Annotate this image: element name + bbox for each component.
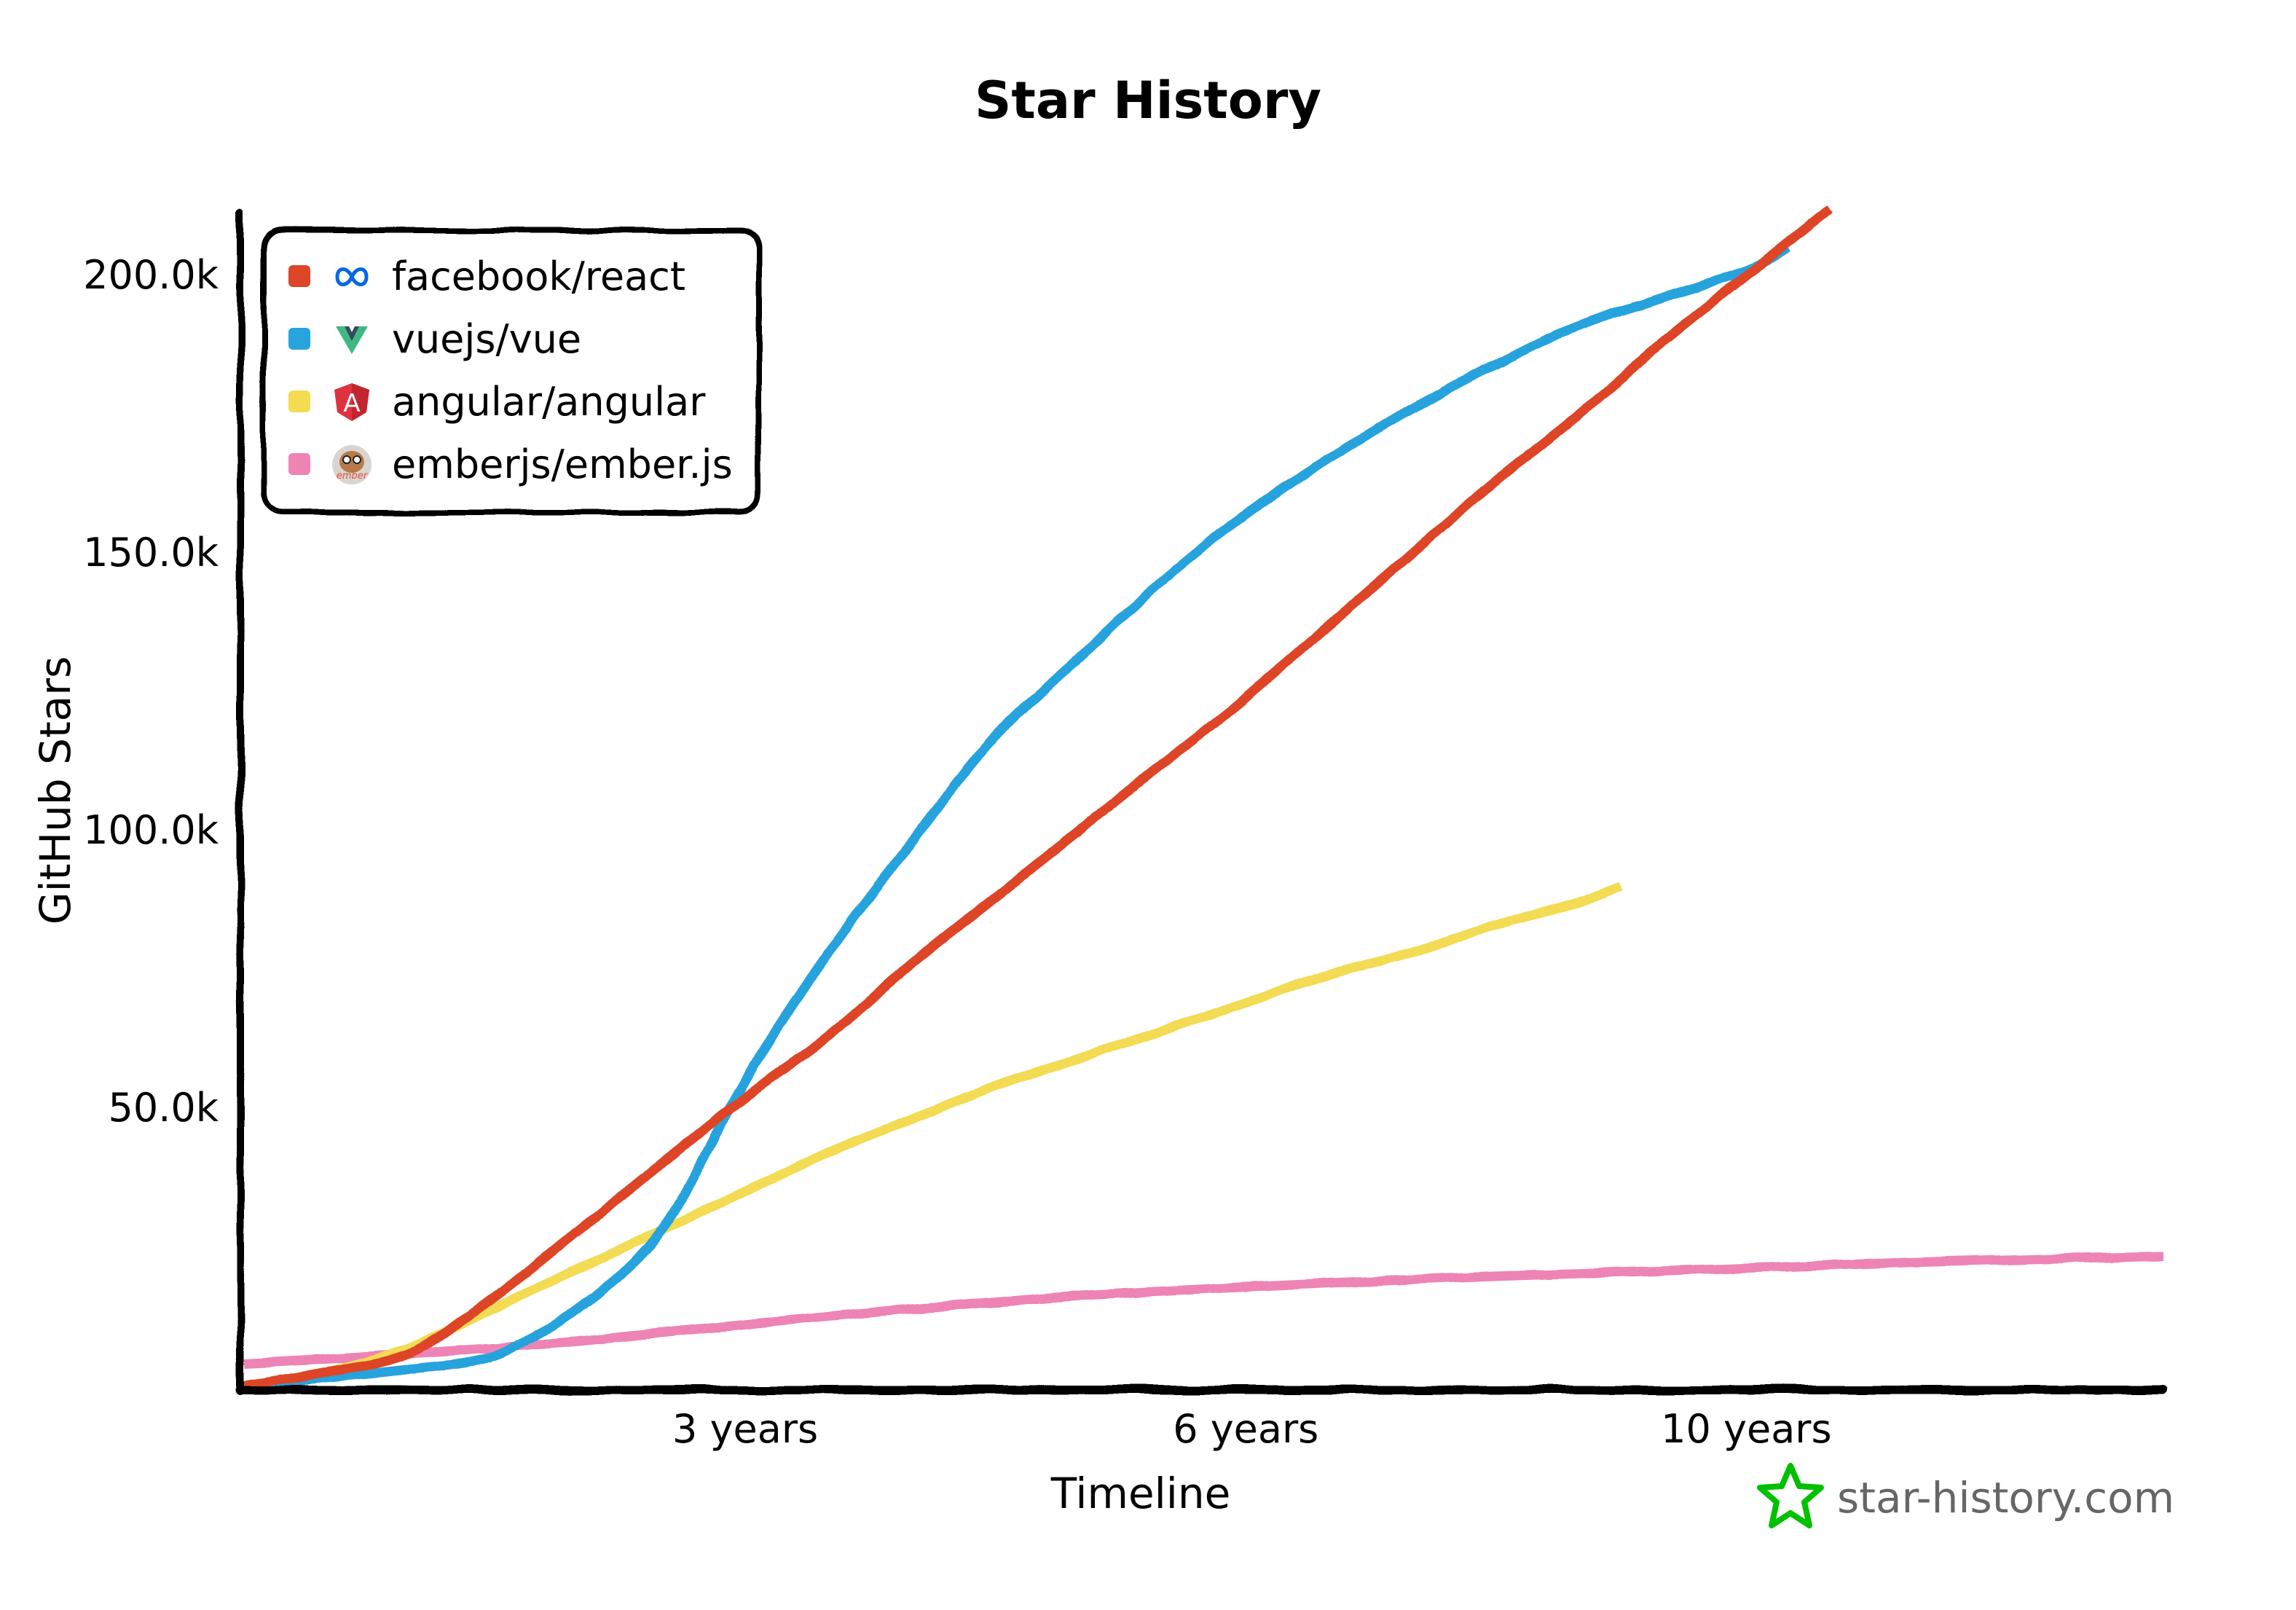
- x-tick-label: 3 years: [672, 1406, 818, 1452]
- star-history-chart: Star History 50.0k 100.0k 150.0k 200.0k 3 y…: [31, 71, 2174, 1528]
- y-tick-labels: 50.0k 100.0k 150.0k 200.0k: [83, 252, 219, 1131]
- legend-item[interactable]: Aangular/angular: [288, 379, 706, 425]
- x-tick-label: 10 years: [1661, 1406, 1831, 1452]
- legend-swatch: [288, 328, 310, 350]
- chart-title: Star History: [975, 71, 1321, 130]
- x-axis-title: Timeline: [1050, 1469, 1231, 1518]
- x-tick-label: 6 years: [1173, 1406, 1318, 1452]
- legend-label: vuejs/vue: [392, 316, 581, 362]
- y-axis-title: GitHub Stars: [31, 656, 80, 925]
- legend-swatch: [288, 265, 310, 287]
- legend-swatch: [288, 390, 310, 412]
- svg-text:ember: ember: [337, 471, 369, 482]
- star-outline-icon: [1757, 1463, 1824, 1528]
- legend-item[interactable]: ember emberjs/ember.js: [288, 441, 733, 487]
- legend-label: emberjs/ember.js: [392, 441, 733, 487]
- y-tick-label: 150.0k: [83, 530, 219, 576]
- ember-tomster-icon: ember: [332, 445, 371, 484]
- x-tick-labels: 3 years 6 years 10 years: [672, 1406, 1832, 1452]
- y-tick-label: 50.0k: [108, 1085, 219, 1131]
- legend-label: angular/angular: [392, 379, 706, 425]
- watermark: star-history.com: [1757, 1463, 2174, 1528]
- svg-text:A: A: [343, 389, 360, 418]
- watermark-text: star-history.com: [1837, 1473, 2174, 1523]
- y-tick-label: 100.0k: [83, 807, 219, 853]
- legend-label: facebook/react: [392, 254, 685, 299]
- y-tick-label: 200.0k: [83, 252, 219, 298]
- legend: facebook/react vuejs/vue A angular/angular e…: [261, 227, 762, 516]
- legend-swatch: [288, 453, 310, 475]
